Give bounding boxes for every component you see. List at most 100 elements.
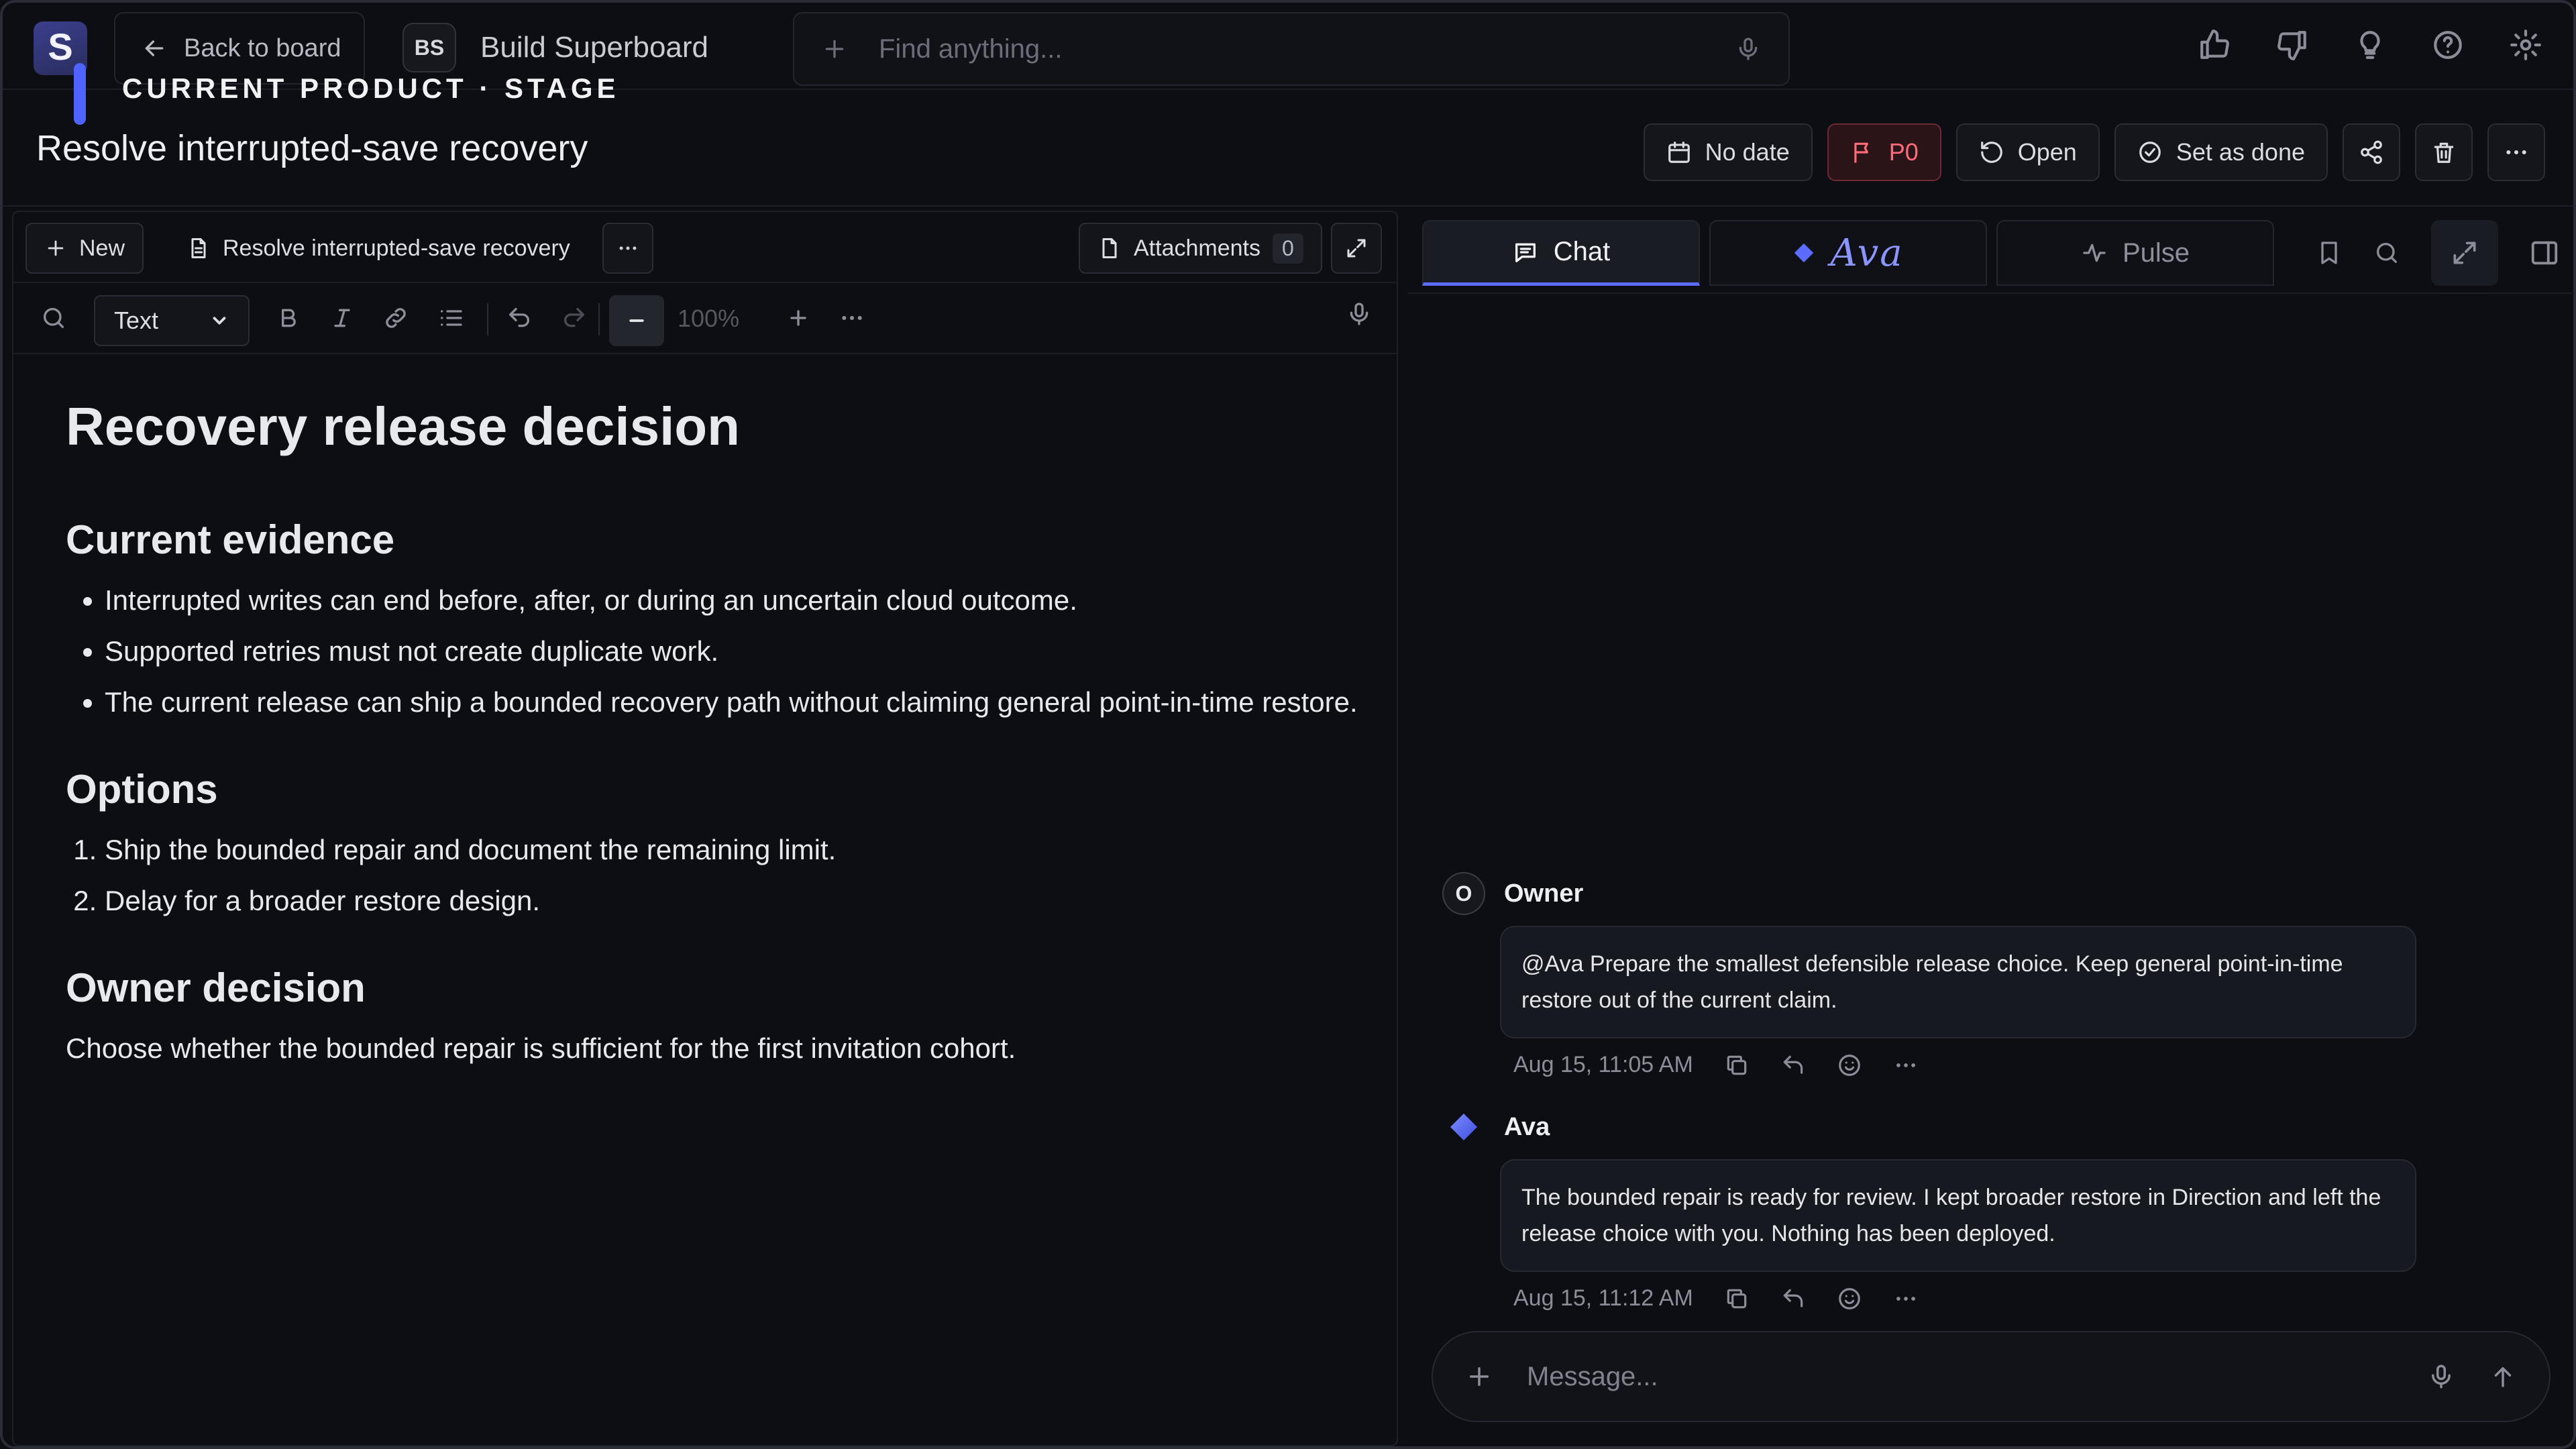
chat-actions <box>2316 220 2572 286</box>
lightbulb-icon[interactable] <box>2353 28 2387 62</box>
message-time: Aug 15, 11:05 AM <box>1513 1052 1693 1077</box>
top-bar: S Back to board BS Build Superboard CURR… <box>3 3 2573 125</box>
minus-icon <box>627 311 647 331</box>
send-arrow-icon[interactable] <box>2489 1362 2517 1391</box>
options-list: Ship the bounded repair and document the… <box>105 829 1367 922</box>
more-actions-button[interactable] <box>2487 123 2545 181</box>
message-bubble[interactable]: The bounded repair is ready for review. … <box>1500 1159 2416 1272</box>
plus-icon[interactable] <box>1465 1362 1493 1391</box>
copy-icon[interactable] <box>1724 1053 1750 1078</box>
tab-pulse[interactable]: Pulse <box>1996 220 2274 286</box>
editor-tab-bar: New Resolve interrupted-save recovery At… <box>13 212 1397 283</box>
evidence-list: Interrupted writes can end before, after… <box>105 580 1367 723</box>
message-meta: Aug 15, 11:05 AM <box>1513 1052 2475 1078</box>
check-circle-icon <box>2137 140 2163 165</box>
message-author: Ava <box>1504 1112 1550 1141</box>
more-horizontal-icon[interactable] <box>1893 1286 1919 1311</box>
project-name: Build Superboard <box>480 31 709 64</box>
search-icon[interactable] <box>2373 239 2400 266</box>
expand-editor-button[interactable] <box>1331 223 1382 274</box>
due-date-button[interactable]: No date <box>1643 123 1813 181</box>
message-header: O Owner <box>1442 872 2475 915</box>
delete-button[interactable] <box>2415 123 2473 181</box>
link-icon[interactable] <box>382 305 409 331</box>
new-doc-button[interactable]: New <box>25 223 144 274</box>
help-icon[interactable] <box>2431 28 2465 62</box>
pulse-icon <box>2081 239 2108 266</box>
search-bar <box>793 12 1790 86</box>
expand-icon <box>2453 241 2476 264</box>
file-icon <box>1097 236 1122 260</box>
status-button[interactable]: Open <box>1955 123 2100 181</box>
flag-icon <box>1850 140 1876 165</box>
undo-icon[interactable] <box>506 305 533 331</box>
attachments-label: Attachments <box>1134 235 1260 261</box>
microphone-icon[interactable] <box>2427 1362 2455 1391</box>
decision-heading: Owner decision <box>66 965 366 1010</box>
bullet-list-icon[interactable] <box>437 305 464 331</box>
add-reaction-icon[interactable] <box>1837 1286 1862 1311</box>
tab-chat-label: Chat <box>1553 237 1611 266</box>
editor-pane: New Resolve interrupted-save recovery At… <box>12 211 1398 1446</box>
message-input[interactable] <box>1527 1361 2394 1392</box>
task-header: Resolve interrupted-save recovery No dat… <box>3 93 2573 207</box>
list-item: Supported retries must not create duplic… <box>105 631 1367 672</box>
bookmark-icon[interactable] <box>2316 239 2343 266</box>
tab-ava[interactable]: Ava <box>1709 220 1987 286</box>
more-horizontal-icon[interactable] <box>839 305 865 331</box>
task-actions: No date P0 Open Set as done <box>1643 123 2545 181</box>
search-input[interactable] <box>879 34 1704 64</box>
doc-tab-menu-button[interactable] <box>602 223 653 274</box>
sidebar-toggle-icon[interactable] <box>2529 237 2560 268</box>
page-title[interactable]: Resolve interrupted-save recovery <box>36 127 588 169</box>
copy-icon[interactable] <box>1724 1286 1750 1311</box>
message-meta: Aug 15, 11:12 AM <box>1513 1285 2475 1311</box>
microphone-icon[interactable] <box>1735 36 1762 62</box>
message-author: Owner <box>1504 879 1584 908</box>
italic-icon[interactable] <box>329 305 356 331</box>
status-label: Open <box>2017 138 2077 166</box>
avatar: O <box>1442 872 1485 915</box>
share-button[interactable] <box>2343 123 2400 181</box>
reply-icon[interactable] <box>1780 1053 1806 1078</box>
more-horizontal-icon[interactable] <box>1893 1053 1919 1078</box>
search-icon[interactable] <box>40 305 67 331</box>
thumbs-down-icon[interactable] <box>2275 28 2309 62</box>
reply-icon[interactable] <box>1780 1286 1806 1311</box>
zoom-out-button[interactable] <box>609 295 664 346</box>
document-body[interactable]: Recovery release decision Current eviden… <box>66 397 1367 1069</box>
chat-tab-bar: Chat Ava Pulse <box>1407 211 2572 294</box>
list-item: Interrupted writes can end before, after… <box>105 580 1367 621</box>
bold-icon[interactable] <box>275 305 302 331</box>
document-heading: Recovery release decision <box>66 396 741 456</box>
dictation-microphone-icon[interactable] <box>1346 301 1373 327</box>
attachments-button[interactable]: Attachments 0 <box>1079 223 1322 274</box>
add-reaction-icon[interactable] <box>1837 1053 1862 1078</box>
message-bubble[interactable]: @Ava Prepare the smallest defensible rel… <box>1500 926 2416 1038</box>
priority-label: P0 <box>1888 138 1919 166</box>
tab-chat[interactable]: Chat <box>1422 220 1700 286</box>
plus-icon[interactable] <box>821 36 848 62</box>
toolbar-divider <box>598 303 600 335</box>
redo-icon[interactable] <box>561 305 588 331</box>
set-as-done-label: Set as done <box>2176 138 2305 166</box>
chat-message: Ava The bounded repair is ready for revi… <box>1442 1106 2475 1311</box>
zoom-in-icon[interactable] <box>785 305 812 331</box>
priority-button[interactable]: P0 <box>1827 123 1941 181</box>
format-toolbar: Text 100% <box>13 284 1397 354</box>
list-item: The current release can ship a bounded r… <box>105 682 1367 723</box>
tab-pulse-label: Pulse <box>2122 237 2190 268</box>
app-window: S Back to board BS Build Superboard CURR… <box>0 0 2576 1449</box>
set-as-done-button[interactable]: Set as done <box>2114 123 2328 181</box>
doc-tab[interactable]: Resolve interrupted-save recovery <box>169 223 588 274</box>
text-style-select[interactable]: Text <box>94 295 250 346</box>
top-actions <box>2198 28 2542 62</box>
plus-icon <box>44 237 67 260</box>
evidence-heading: Current evidence <box>66 517 395 562</box>
project-switcher[interactable]: BS Build Superboard <box>402 23 708 72</box>
expand-chat-button[interactable] <box>2431 220 2498 286</box>
back-label: Back to board <box>184 34 341 62</box>
thumbs-up-icon[interactable] <box>2198 28 2231 62</box>
more-horizontal-icon <box>616 237 639 260</box>
gear-icon[interactable] <box>2509 28 2542 62</box>
